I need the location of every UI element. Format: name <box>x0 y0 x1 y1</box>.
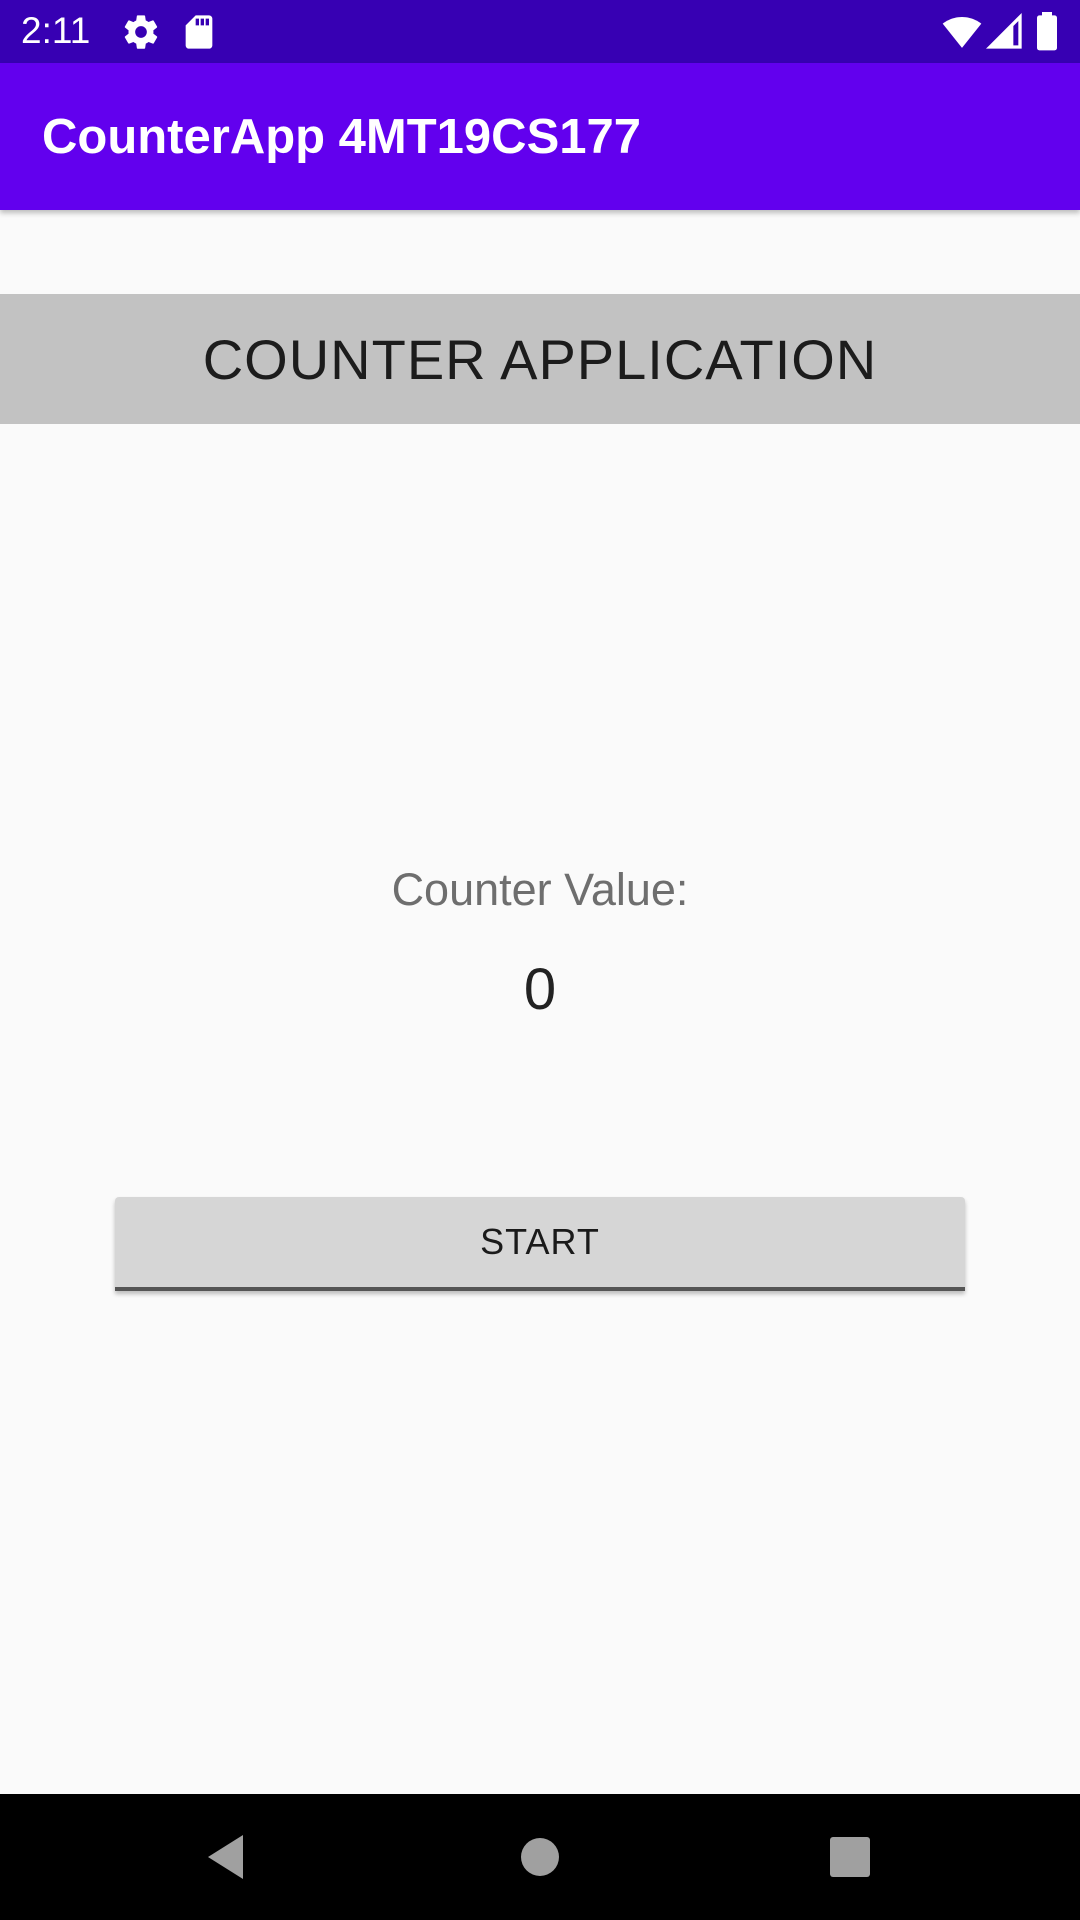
battery-icon <box>1033 12 1065 52</box>
sd-card-icon <box>179 12 219 52</box>
counter-value: 0 <box>523 957 557 1022</box>
header-title: COUNTER APPLICATION <box>202 327 878 391</box>
status-time: 2:11 <box>21 10 91 51</box>
recents-icon[interactable] <box>815 1822 885 1892</box>
back-icon[interactable] <box>190 1822 260 1892</box>
counter-app-screen: 2:11 CounterApp 4MT19CS177 COUNTER APPLI… <box>0 0 1080 1920</box>
counter-label: Counter Value: <box>391 864 689 915</box>
header-banner: COUNTER APPLICATION <box>0 294 1080 424</box>
home-icon[interactable] <box>505 1822 575 1892</box>
gear-icon <box>121 12 161 52</box>
status-bar: 2:11 <box>0 0 1080 63</box>
app-title: CounterApp 4MT19CS177 <box>42 110 642 164</box>
wifi-icon <box>942 12 982 52</box>
app-bar: CounterApp 4MT19CS177 <box>0 63 1080 210</box>
start-button[interactable]: START <box>115 1197 965 1291</box>
navigation-bar <box>0 1794 1080 1920</box>
cellular-signal-icon <box>985 12 1025 52</box>
